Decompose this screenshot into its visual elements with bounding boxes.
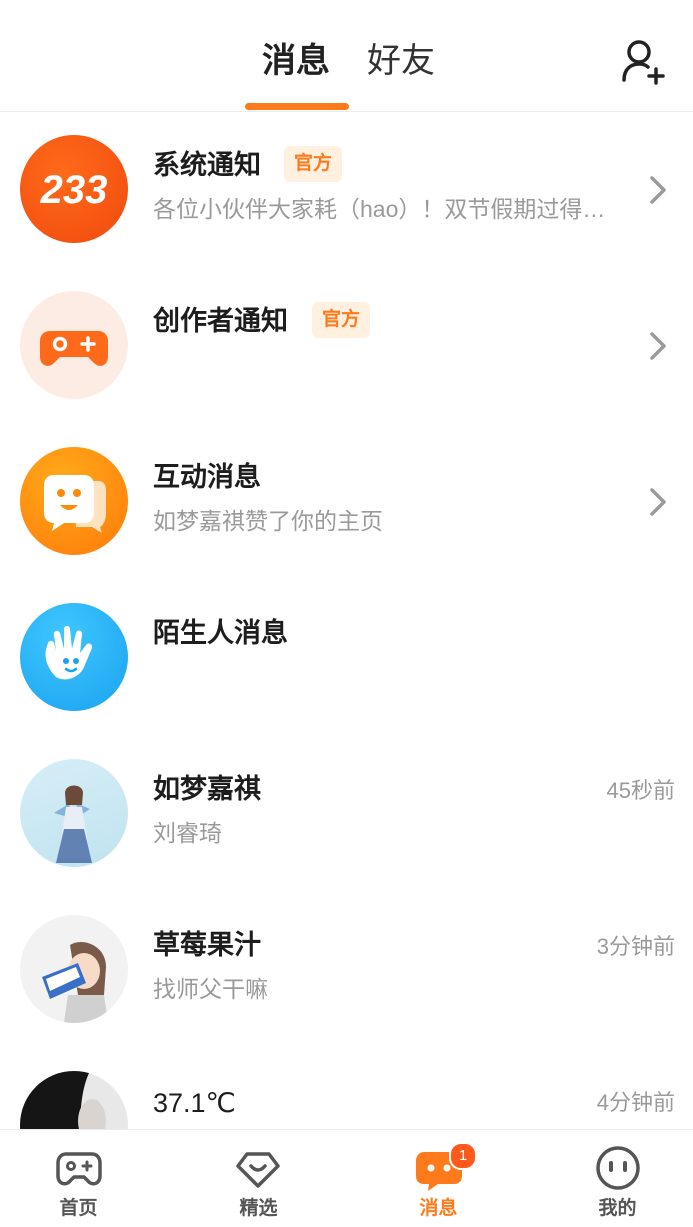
gamepad-icon bbox=[40, 331, 108, 366]
nav-home[interactable]: 首页 bbox=[0, 1130, 173, 1227]
conversation-title: 创作者通知 bbox=[153, 306, 288, 336]
nav-label: 消息 bbox=[419, 1198, 458, 1219]
official-badge: 官方 bbox=[284, 146, 343, 182]
user-avatar bbox=[20, 759, 128, 867]
conversation-title: 互动消息 bbox=[153, 462, 261, 492]
chat-bubble-avatar bbox=[20, 447, 128, 555]
conversation-row-user[interactable]: 37.1℃ 4分钟前 bbox=[0, 1048, 693, 1129]
tab-friends[interactable]: 好友 bbox=[367, 38, 435, 84]
conversation-title: 草莓果汁 bbox=[153, 930, 261, 960]
top-header: 消息 好友 bbox=[0, 0, 693, 112]
conversation-preview: 找师父干嘛 bbox=[153, 976, 268, 1002]
message-time: 3分钟前 bbox=[596, 934, 675, 959]
face-icon bbox=[593, 1144, 643, 1192]
user-avatar bbox=[20, 1071, 128, 1129]
official-badge: 官方 bbox=[312, 302, 371, 338]
gamepad-avatar bbox=[20, 291, 128, 399]
conversation-title: 如梦嘉祺 bbox=[153, 774, 261, 804]
active-tab-indicator bbox=[245, 103, 349, 110]
conversation-preview: 刘睿琦 bbox=[153, 820, 222, 846]
hand-wave-icon bbox=[45, 626, 93, 680]
nav-label: 首页 bbox=[59, 1198, 98, 1219]
conversation-row-user[interactable]: 如梦嘉祺 刘睿琦 45秒前 bbox=[0, 736, 693, 892]
nav-label: 精选 bbox=[239, 1198, 278, 1219]
heart-diamond-icon bbox=[233, 1144, 283, 1192]
gamepad-icon bbox=[54, 1144, 104, 1192]
chevron-right-icon bbox=[647, 486, 669, 518]
add-user-icon[interactable] bbox=[620, 38, 668, 86]
233-logo-avatar: 233 bbox=[20, 135, 128, 243]
bottom-navigation: 首页 精选 1 消息 我的 bbox=[0, 1129, 693, 1227]
nav-profile[interactable]: 我的 bbox=[519, 1130, 692, 1227]
conversation-title: 37.1℃ bbox=[153, 1088, 236, 1118]
chevron-right-icon bbox=[647, 330, 669, 362]
svg-text:233: 233 bbox=[40, 168, 108, 212]
chat-bubble-icon bbox=[44, 475, 106, 533]
tab-messages[interactable]: 消息 bbox=[262, 38, 330, 84]
conversation-title: 系统通知 bbox=[153, 150, 261, 180]
nav-messages[interactable]: 1 消息 bbox=[346, 1130, 519, 1227]
conversation-row-creator-notice[interactable]: 创作者通知 官方 bbox=[0, 268, 693, 424]
conversation-row-stranger-messages[interactable]: 陌生人消息 bbox=[0, 580, 693, 736]
message-time: 4分钟前 bbox=[596, 1090, 675, 1115]
user-avatar bbox=[20, 915, 128, 1023]
conversation-row-system-notice[interactable]: 233 系统通知 官方 各位小伙伴大家耗（hao）！双节假期过得… bbox=[0, 112, 693, 268]
conversation-preview: 如梦嘉祺赞了你的主页 bbox=[153, 508, 383, 534]
conversation-title: 陌生人消息 bbox=[153, 618, 288, 648]
message-time: 45秒前 bbox=[606, 778, 675, 803]
conversation-preview: 各位小伙伴大家耗（hao）！双节假期过得… bbox=[153, 196, 606, 222]
conversation-list: 233 系统通知 官方 各位小伙伴大家耗（hao）！双节假期过得… 创作者通知 … bbox=[0, 112, 693, 1129]
nav-label: 我的 bbox=[598, 1198, 637, 1219]
unread-badge: 1 bbox=[449, 1142, 477, 1170]
conversation-row-user[interactable]: 草莓果汁 找师父干嘛 3分钟前 bbox=[0, 892, 693, 1048]
nav-featured[interactable]: 精选 bbox=[173, 1130, 346, 1227]
hand-wave-avatar bbox=[20, 603, 128, 711]
conversation-row-interactions[interactable]: 互动消息 如梦嘉祺赞了你的主页 bbox=[0, 424, 693, 580]
chevron-right-icon bbox=[647, 174, 669, 206]
